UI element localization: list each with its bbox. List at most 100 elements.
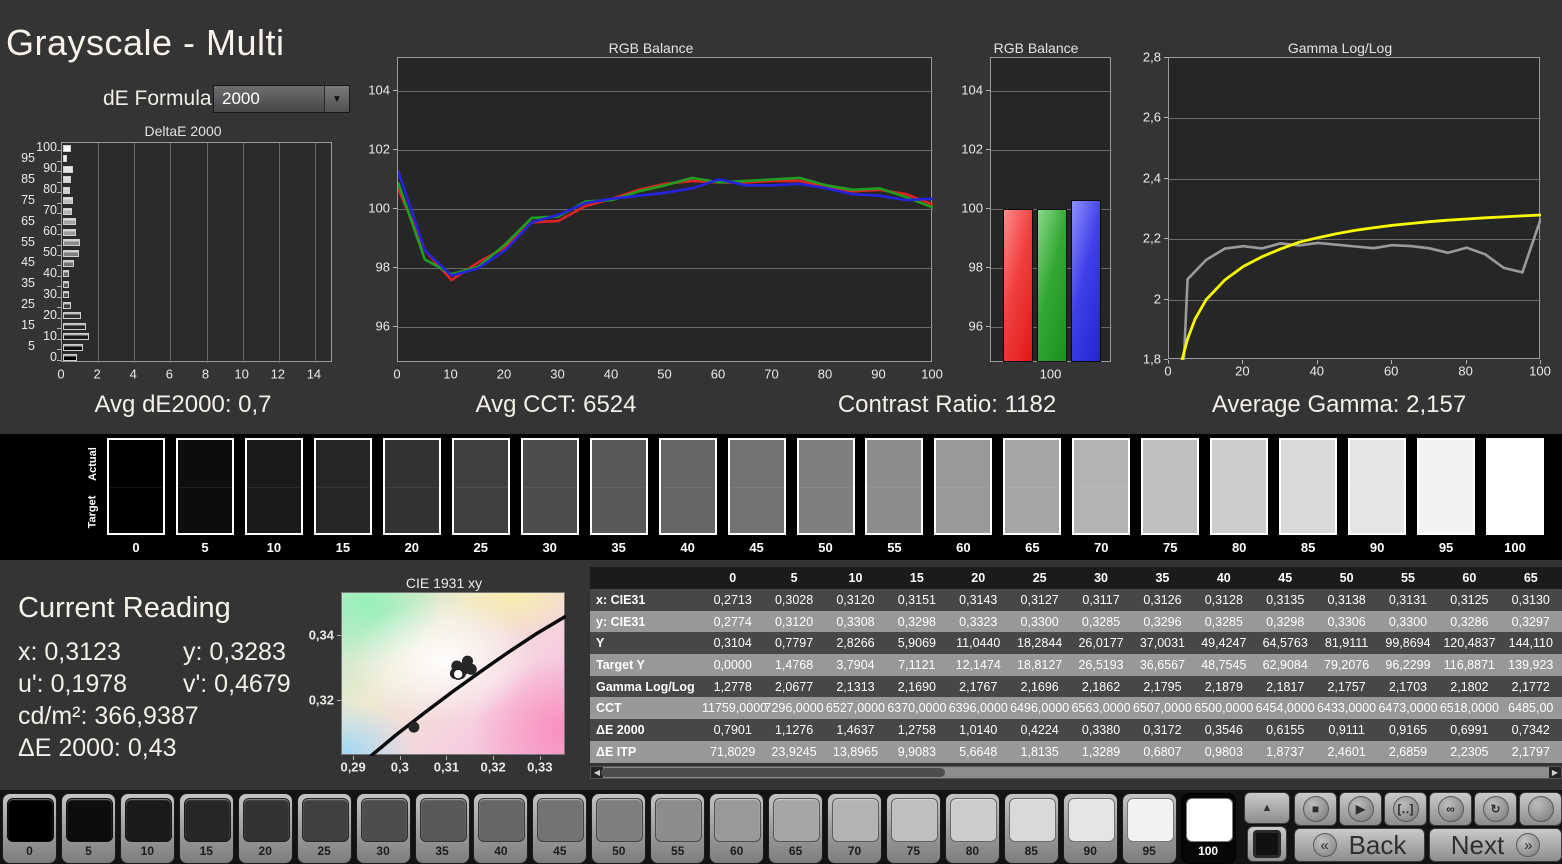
axis-tick-label: 25 xyxy=(21,297,35,312)
gridline xyxy=(170,143,172,363)
table-cell: 1,2778 xyxy=(713,679,752,694)
pattern-button-25[interactable]: 25 xyxy=(296,793,352,864)
axis-tick xyxy=(57,181,61,183)
table-cell: 49,4247 xyxy=(1201,636,1247,651)
axis-tick xyxy=(986,89,990,91)
axis-tick-label: 0,32 xyxy=(308,692,334,708)
axis-tick xyxy=(57,150,61,152)
next-button[interactable]: Next » xyxy=(1429,828,1562,862)
table-header-cell: 35 xyxy=(1155,571,1170,585)
table-cell: 0,9165 xyxy=(1388,722,1428,737)
pattern-button-5[interactable]: 5 xyxy=(60,793,116,864)
pattern-button-65[interactable]: 65 xyxy=(768,793,824,864)
scroll-right-icon[interactable]: ▶ xyxy=(1549,767,1561,778)
measurement-point xyxy=(454,663,466,675)
table-row: Gamma Log/Log 1,2778 2,0677 2,1313 2,1690 2,1… xyxy=(590,675,1562,698)
pattern-button-35[interactable]: 35 xyxy=(414,793,470,864)
table-cell: 1,3289 xyxy=(1081,744,1121,759)
gridline xyxy=(991,90,1112,92)
pattern-button-45[interactable]: 45 xyxy=(532,793,588,864)
swatch-target xyxy=(384,486,439,533)
swatch-target xyxy=(591,486,646,533)
pattern-button-55[interactable]: 55 xyxy=(650,793,706,864)
pattern-button-75[interactable]: 75 xyxy=(885,793,941,864)
table-header-cell: 40 xyxy=(1216,571,1231,585)
table-cell: 0,2713 xyxy=(713,592,752,607)
deltae-bar xyxy=(63,354,78,362)
table-cell: 48,7545 xyxy=(1201,657,1247,672)
stop-button[interactable]: ■ xyxy=(1294,792,1337,826)
table-header-cell: 25 xyxy=(1032,571,1047,585)
deltae-bar xyxy=(63,239,80,247)
table-cell: 6473,0000 xyxy=(1378,701,1438,716)
cie-diagram xyxy=(341,592,566,756)
rgb-balance-bar-chart xyxy=(990,57,1112,362)
loop-section-button-icon: [‥] xyxy=(1392,796,1419,822)
pattern-button-40[interactable]: 40 xyxy=(473,793,529,864)
table-cell: 0,3300 xyxy=(1388,614,1428,629)
pattern-button-60[interactable]: 60 xyxy=(709,793,765,864)
axis-tick-label: 98 xyxy=(968,259,983,275)
pattern-button-85[interactable]: 85 xyxy=(1003,793,1059,864)
grayscale-swatch-35 xyxy=(589,438,648,535)
table-row: CCT 11759,0000 7296,0000 6527,0000 6370,0000… xyxy=(590,697,1562,720)
axis-tick xyxy=(393,208,397,210)
scroll-up-button[interactable]: ▲ xyxy=(1244,792,1290,824)
scrollbar-thumb[interactable] xyxy=(601,768,945,777)
table-cell: 2,8266 xyxy=(836,636,875,651)
chart-line xyxy=(398,170,933,277)
refresh-button[interactable]: ↻ xyxy=(1474,792,1517,826)
swatch-actual xyxy=(177,440,232,487)
table-scrollbar[interactable]: ◀ ▶ xyxy=(590,766,1562,779)
table-row-label: Gamma Log/Log xyxy=(596,679,695,694)
infinite-loop-button-icon: ∞ xyxy=(1437,796,1464,822)
axis-tick xyxy=(57,160,61,162)
back-button[interactable]: « Back xyxy=(1294,828,1425,862)
table-cell: 0,3298 xyxy=(897,614,936,629)
chevron-down-icon[interactable]: ▼ xyxy=(324,86,349,112)
pattern-button-80[interactable]: 80 xyxy=(944,793,1000,864)
axis-tick-label: 2 xyxy=(93,366,101,382)
swatch-target xyxy=(1350,486,1405,533)
deltae-bar xyxy=(63,207,73,215)
pattern-button-95[interactable]: 95 xyxy=(1121,793,1177,864)
swatch-actual xyxy=(867,440,922,487)
table-cell: 0,3143 xyxy=(959,592,998,607)
axis-tick-label: 10 xyxy=(43,328,57,343)
pattern-button-20[interactable]: 20 xyxy=(237,793,293,864)
green-bar xyxy=(1037,209,1067,362)
pattern-button-15[interactable]: 15 xyxy=(178,793,234,864)
pattern-button-70[interactable]: 70 xyxy=(827,793,883,864)
pattern-button-100[interactable]: 100 xyxy=(1180,793,1236,864)
axis-tick-label: 30 xyxy=(43,286,57,301)
swatch-level-label: 5 xyxy=(201,540,209,555)
infinite-loop-button[interactable]: ∞ xyxy=(1429,792,1472,826)
de-formula-dropdown[interactable]: 2000 ▼ xyxy=(213,85,350,113)
swatch-target xyxy=(1419,486,1474,533)
pattern-button-0[interactable]: 0 xyxy=(2,793,57,864)
table-cell: 2,1313 xyxy=(836,679,875,694)
axis-tick-label: 1,8 xyxy=(1142,351,1161,367)
stop-pattern-button[interactable] xyxy=(1247,826,1287,862)
record-button[interactable] xyxy=(1519,792,1562,826)
pattern-button-90[interactable]: 90 xyxy=(1062,793,1118,864)
pattern-swatch xyxy=(183,798,231,842)
table-cell: 0,3131 xyxy=(1388,592,1428,607)
pattern-button-30[interactable]: 30 xyxy=(355,793,411,864)
loop-section-button[interactable]: [‥] xyxy=(1384,792,1427,826)
pattern-button-50[interactable]: 50 xyxy=(591,793,647,864)
swatch-actual xyxy=(1419,440,1474,487)
table-cell: 6500,0000 xyxy=(1194,701,1254,716)
table-cell: 1,4637 xyxy=(836,722,875,737)
pattern-button-label: 75 xyxy=(906,844,921,858)
play-button[interactable]: ▶ xyxy=(1339,792,1382,826)
measurement-point xyxy=(458,663,470,675)
swatch-actual xyxy=(1074,440,1129,487)
swatch-target xyxy=(246,486,301,533)
pattern-button-10[interactable]: 10 xyxy=(119,793,175,864)
table-cell: 7,1121 xyxy=(898,657,936,672)
gamma-chart xyxy=(1168,57,1541,360)
axis-tick-label: 10 xyxy=(234,366,249,382)
grayscale-swatch-100 xyxy=(1486,438,1544,535)
table-cell: 0,6155 xyxy=(1266,722,1305,737)
